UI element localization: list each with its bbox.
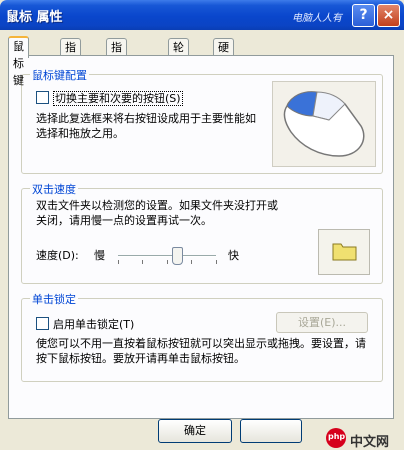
- tab-wheel[interactable]: 轮: [168, 38, 189, 56]
- speed-label: 速度(D):: [36, 249, 79, 262]
- tab-buttons[interactable]: 鼠标键: [8, 36, 29, 87]
- folder-icon[interactable]: [319, 230, 369, 274]
- php-logo-text: php: [328, 432, 346, 441]
- tab-label: 轮: [173, 41, 184, 54]
- switch-buttons-checkbox[interactable]: [36, 91, 49, 104]
- logo-text: 中文网: [350, 435, 390, 450]
- watermark-text: 电脑人人有: [292, 13, 342, 24]
- help-icon: ?: [359, 7, 368, 23]
- slider-tick: [118, 260, 119, 264]
- click-lock-label: 启用单击锁定(T): [53, 318, 135, 331]
- slider-tick: [216, 260, 217, 264]
- speed-slider-thumb[interactable]: [172, 247, 183, 265]
- speed-slider-track[interactable]: [118, 255, 216, 257]
- mouse-illustration: [272, 81, 376, 167]
- window-title: 鼠标 属性: [6, 10, 63, 25]
- help-button[interactable]: ?: [352, 4, 375, 27]
- tab-pointers[interactable]: 指针: [60, 38, 81, 71]
- double-click-description: 双击文件夹以检测您的设置。如果文件夹没打开或关闭，请用慢一点的设置再试一次。: [36, 199, 278, 227]
- title-bar: 鼠标 属性 电脑人人有 ? ×: [0, 0, 404, 30]
- ok-button[interactable]: 确定: [158, 419, 232, 443]
- click-lock-group: 单击锁定 启用单击锁定(T) 设置(E)... 使您可以不用一直按着鼠标按钮就可…: [21, 291, 383, 382]
- click-lock-legend: 单击锁定: [30, 291, 78, 307]
- double-click-group: 双击速度 双击文件夹以检测您的设置。如果文件夹没打开或关闭，请用慢一点的设置再试…: [21, 181, 383, 284]
- click-lock-checkbox[interactable]: [36, 317, 49, 330]
- tab-label: 鼠标键: [13, 40, 24, 87]
- tab-pointer-options[interactable]: 指针选项: [106, 38, 127, 105]
- php-logo-mark: php: [326, 428, 346, 448]
- double-click-legend: 双击速度: [30, 181, 78, 197]
- fast-label: 快: [228, 249, 239, 262]
- button-config-description: 选择此复选框来将右按钮设成用于主要性能如选择和拖放之用。: [36, 112, 256, 140]
- button-config-group: 鼠标键配置 切换主要和次要的按钮(S) 选择此复选框来将右按钮设成用于主要性能如…: [21, 67, 383, 174]
- click-lock-settings-button[interactable]: 设置(E)...: [276, 312, 368, 333]
- close-button[interactable]: ×: [377, 4, 400, 27]
- slider-tick: [191, 260, 192, 264]
- switch-buttons-checkbox-row[interactable]: 切换主要和次要的按钮(S): [36, 90, 183, 106]
- cancel-button[interactable]: [240, 419, 302, 443]
- close-icon: ×: [382, 7, 395, 23]
- switch-buttons-label: 切换主要和次要的按钮(S): [53, 91, 183, 106]
- button-config-legend: 鼠标键配置: [30, 67, 89, 83]
- tab-hardware[interactable]: 硬件: [213, 38, 234, 71]
- mouse-icon: [283, 91, 365, 157]
- slow-label: 慢: [94, 249, 105, 262]
- click-lock-checkbox-row[interactable]: 启用单击锁定(T): [36, 316, 134, 332]
- slider-tick: [167, 260, 168, 264]
- slider-tick: [142, 260, 143, 264]
- test-folder-area[interactable]: [318, 229, 370, 275]
- tab-panel: 鼠标键配置 切换主要和次要的按钮(S) 选择此复选框来将右按钮设成用于主要性能如…: [8, 55, 394, 419]
- click-lock-description: 使您可以不用一直按着鼠标按钮就可以突出显示或拖拽。要设置，请按下鼠标按钮。要放开…: [36, 337, 366, 365]
